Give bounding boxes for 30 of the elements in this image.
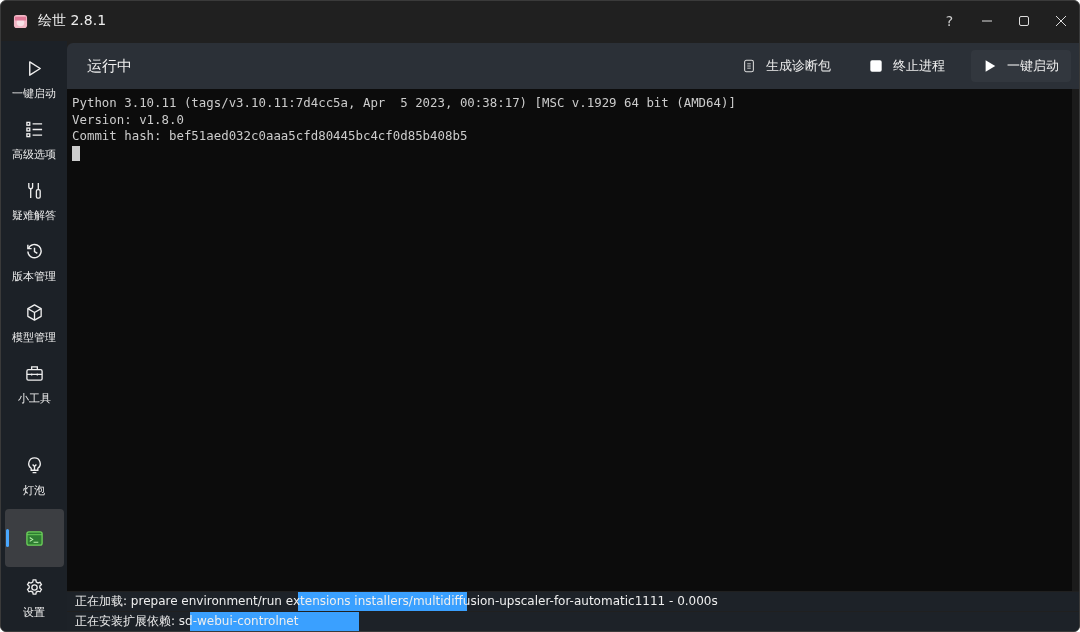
app-logo-icon <box>13 13 28 29</box>
close-icon <box>1054 15 1067 27</box>
toolbox-icon <box>24 364 44 383</box>
sidebar-item[interactable]: 小工具 <box>4 356 64 414</box>
stop-button[interactable]: 终止进程 <box>857 50 957 82</box>
sidebar-item[interactable]: 疑难解答 <box>4 173 64 231</box>
page-title: 运行中 <box>87 56 132 76</box>
stop-icon <box>869 59 883 73</box>
sidebar-item[interactable]: 版本管理 <box>4 234 64 292</box>
document-icon <box>742 59 756 73</box>
launch-button[interactable]: 一键启动 <box>971 50 1071 82</box>
sidebar-item[interactable]: 灯泡 <box>4 448 64 506</box>
sidebar-item[interactable]: 设置 <box>4 570 64 628</box>
maximize-icon <box>1017 15 1030 27</box>
cube-icon <box>24 303 44 322</box>
console-line: Python 3.10.11 (tags/v3.10.11:7d4cc5a, Apr 5 2023, 00:38:17) [MSC v.1929 64 bit (AMD64)] <box>72 95 737 112</box>
terminal-icon <box>24 528 44 548</box>
list-icon <box>24 120 44 139</box>
window-title: 绘世 2.8.1 <box>38 12 107 30</box>
sidebar-item[interactable]: 高级选项 <box>4 112 64 170</box>
sidebar-item[interactable]: 一键启动 <box>4 51 64 109</box>
play-icon <box>983 59 997 73</box>
sidebar-item[interactable] <box>4 509 64 567</box>
diagnostics-button[interactable]: 生成诊断包 <box>730 50 843 82</box>
history-icon <box>24 242 44 261</box>
sidebar-item[interactable]: 模型管理 <box>4 295 64 353</box>
console-line: Version: v1.8.0 <box>72 111 185 128</box>
settings-icon <box>24 578 44 597</box>
console-line: Commit hash: bef51aed032c0aaa5cfd80445bc4cf0d85b408b5 <box>72 128 469 145</box>
help-button[interactable]: ? <box>931 7 968 35</box>
